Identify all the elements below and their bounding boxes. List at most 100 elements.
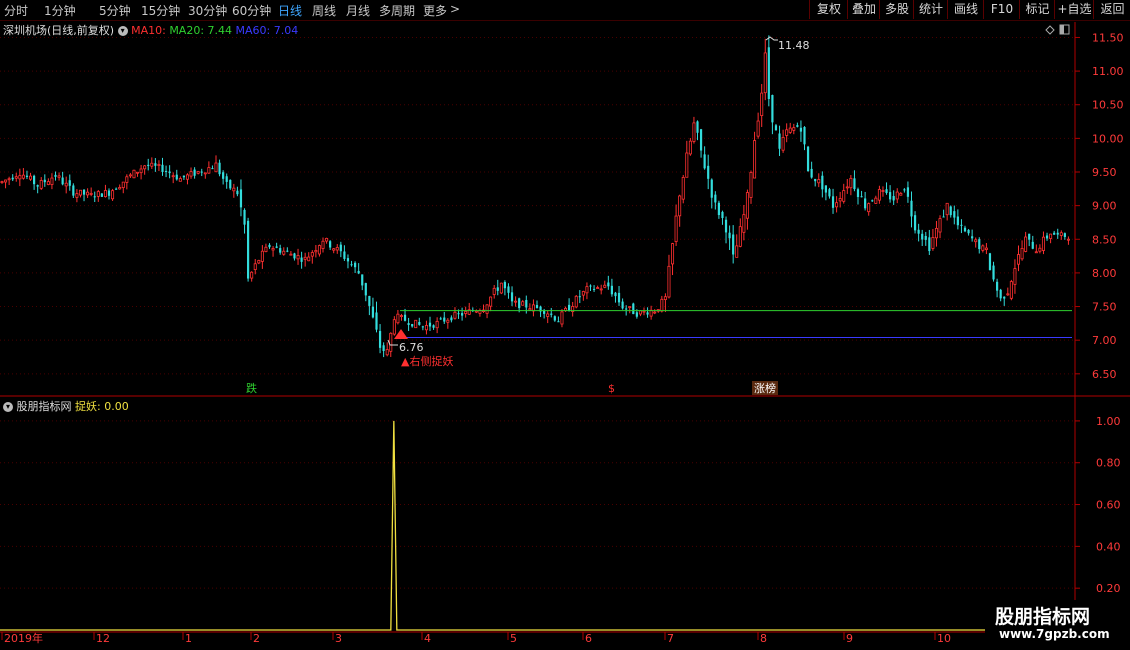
candle-body: [674, 215, 678, 242]
candle-body: [125, 176, 129, 183]
candle-body: [550, 313, 553, 315]
candle-body: [321, 240, 325, 249]
main-legend: 深圳机场(日线,前复权) ▾ MA10: MA20: 7.44 MA60: 7.…: [3, 22, 298, 38]
candle-body: [942, 216, 945, 218]
indicator-tick-label: 1.00: [1096, 415, 1121, 428]
chevron-down-icon[interactable]: ▾: [117, 26, 128, 36]
candle-body: [203, 172, 207, 175]
candle-body: [835, 202, 839, 208]
diamond-icon[interactable]: [1045, 25, 1055, 35]
candle-body: [796, 125, 799, 127]
candle-body: [196, 171, 200, 174]
chevron-down-icon[interactable]: ▾: [3, 402, 13, 412]
candle-body: [763, 52, 767, 94]
candle-body: [128, 174, 132, 177]
time-tick-label: 2019年: [4, 631, 43, 645]
price-tick-label: 8.50: [1092, 233, 1117, 246]
candle-body: [596, 287, 600, 289]
candle-body: [860, 196, 863, 198]
indicator-tick-label: 0.60: [1096, 499, 1121, 512]
candle-body: [143, 165, 147, 170]
candle-body: [453, 311, 457, 319]
candle-body: [96, 191, 100, 197]
candle-body: [960, 224, 963, 226]
candle-body: [903, 189, 906, 191]
candle-body: [225, 176, 228, 182]
candle-body: [717, 202, 720, 216]
candle-body: [346, 258, 350, 262]
candle-body: [653, 311, 657, 314]
candle-body: [688, 140, 692, 155]
candle-body: [864, 198, 867, 209]
candle-body: [399, 315, 403, 317]
candle-body: [375, 312, 378, 330]
candle-body: [18, 175, 22, 180]
candle-body: [963, 227, 967, 232]
candle-body: [971, 236, 974, 239]
candle-body: [332, 248, 336, 251]
candle-body: [614, 292, 617, 297]
candle-body: [286, 250, 289, 252]
candle-body: [271, 248, 275, 251]
candle-body: [343, 251, 346, 259]
candle-body: [742, 214, 746, 233]
candle-body: [0, 181, 4, 184]
candle-body: [996, 281, 999, 291]
candle-body: [745, 192, 749, 219]
candle-body: [660, 298, 664, 312]
candle-body: [1028, 233, 1031, 240]
price-tick-label: 11.00: [1092, 65, 1124, 78]
candle-body: [845, 186, 849, 189]
stock-title: 深圳机场(日线,前复权): [3, 24, 115, 37]
kline-chart-area[interactable]: 11.5011.0010.5010.009.509.008.508.007.50…: [0, 0, 1130, 650]
candle-body: [621, 301, 624, 309]
candle-body: [175, 174, 178, 180]
price-tick-label: 10.00: [1092, 132, 1124, 145]
candle-body: [1024, 236, 1028, 252]
candle-body: [853, 178, 856, 190]
candle-body: [236, 190, 239, 195]
candle-body: [314, 250, 318, 253]
candle-body: [738, 226, 742, 247]
candle-body: [749, 172, 753, 198]
candle-body: [118, 187, 122, 190]
candle-body: [293, 253, 296, 259]
candle-body: [1053, 232, 1056, 235]
candle-body: [264, 246, 268, 252]
candle-body: [182, 175, 185, 178]
candle-body: [592, 288, 596, 290]
candle-body: [350, 264, 353, 266]
candle-body: [877, 189, 881, 201]
candle-body: [1031, 241, 1034, 249]
indicator-tick-label: 0.40: [1096, 540, 1121, 553]
candle-body: [457, 313, 460, 315]
candle-body: [61, 177, 64, 185]
candle-body: [667, 265, 671, 298]
candle-body: [753, 140, 757, 179]
candle-body: [450, 317, 453, 321]
candle-body: [1034, 251, 1038, 254]
candle-body: [710, 179, 713, 198]
candle-body: [678, 195, 682, 217]
candle-body: [913, 215, 917, 231]
candle-body: [4, 179, 8, 183]
candle-body: [771, 95, 774, 123]
candle-body: [300, 257, 303, 262]
candle-body: [39, 180, 43, 189]
candle-body: [499, 282, 503, 294]
time-tick-label: 12: [96, 632, 110, 645]
event-marker-dollar[interactable]: $: [608, 382, 615, 395]
event-marker-zhangting[interactable]: 涨榜: [754, 381, 776, 395]
candle-body: [289, 253, 293, 256]
candle-body: [268, 244, 271, 248]
candle-body: [514, 300, 518, 303]
candle-body: [317, 245, 321, 255]
candle-body: [889, 192, 892, 200]
candle-body: [1013, 268, 1017, 285]
candle-body: [147, 164, 150, 166]
candle-body: [681, 177, 685, 200]
candle-body: [461, 313, 464, 316]
event-marker-die[interactable]: 跌: [246, 381, 257, 395]
candle-body: [928, 237, 931, 252]
candle-body: [368, 295, 371, 306]
